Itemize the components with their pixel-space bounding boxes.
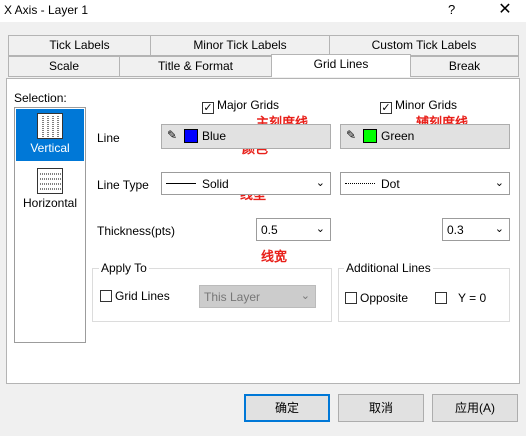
- thickness-label: Thickness(pts): [97, 224, 176, 238]
- cancel-button[interactable]: 取消: [338, 394, 424, 422]
- minor-grids-label: Minor Grids: [395, 98, 458, 112]
- tab-title-format[interactable]: Title & Format: [119, 56, 272, 77]
- major-line-type-select[interactable]: Solid ⌄: [161, 172, 331, 195]
- chevron-down-icon: ⌄: [300, 290, 310, 302]
- selection-label: Selection:: [14, 91, 67, 105]
- title-bar: X Axis - Layer 1 ? ✕: [0, 0, 526, 22]
- tab-tick-labels[interactable]: Tick Labels: [8, 35, 151, 56]
- checkbox-box: ✓: [380, 102, 392, 114]
- y-zero-checkbox[interactable]: Y = 0: [435, 291, 486, 305]
- chevron-down-icon: ⌄: [494, 223, 504, 235]
- opposite-checkbox[interactable]: Opposite: [345, 291, 408, 305]
- horizontal-grid-icon: [37, 168, 63, 194]
- minor-color-button[interactable]: ✎ Green: [340, 124, 510, 149]
- line-label: Line: [97, 131, 120, 145]
- dot-line-sample: [345, 183, 375, 184]
- opposite-label: Opposite: [360, 291, 409, 305]
- minor-color-label: Green: [381, 129, 415, 143]
- apply-to-grid-lines-checkbox[interactable]: Grid Lines: [100, 289, 170, 303]
- chevron-down-icon: ⌄: [494, 177, 504, 189]
- major-grids-label: Major Grids: [217, 98, 280, 112]
- vertical-grid-icon: [37, 113, 63, 139]
- tab-break[interactable]: Break: [410, 56, 519, 77]
- minor-line-type-value: Dot: [381, 177, 400, 191]
- checkbox-box: [435, 292, 447, 304]
- grid-lines-label: Grid Lines: [115, 289, 170, 303]
- major-line-type-value: Solid: [202, 177, 229, 191]
- minor-thickness-value: 0.3: [447, 223, 464, 237]
- apply-to-title: Apply To: [99, 261, 149, 275]
- tab-scale[interactable]: Scale: [8, 56, 120, 77]
- color-swatch: [363, 129, 377, 143]
- apply-to-layer-select[interactable]: This Layer ⌄: [199, 285, 316, 308]
- y-zero-label: Y = 0: [458, 291, 487, 305]
- selection-item-vertical[interactable]: Vertical: [16, 109, 84, 161]
- pencil-icon: ✎: [167, 128, 178, 142]
- checkbox-box: [100, 290, 112, 302]
- major-color-label: Blue: [202, 129, 227, 143]
- minor-line-type-select[interactable]: Dot ⌄: [340, 172, 510, 195]
- apply-button[interactable]: 应用(A): [432, 394, 518, 422]
- window-title: X Axis - Layer 1: [4, 3, 89, 17]
- chevron-down-icon: ⌄: [315, 223, 325, 235]
- tab-custom-tick-labels[interactable]: Custom Tick Labels: [329, 35, 519, 56]
- chevron-down-icon: ⌄: [315, 177, 325, 189]
- help-button[interactable]: ?: [448, 2, 455, 17]
- annotation-width: 线宽: [261, 249, 288, 264]
- checkbox-box: [345, 292, 357, 304]
- selection-list: Vertical Horizontal: [14, 107, 86, 343]
- minor-thickness-select[interactable]: 0.3 ⌄: [442, 218, 510, 241]
- selection-item-horizontal[interactable]: Horizontal: [16, 164, 84, 212]
- selection-item-label: Vertical: [30, 141, 70, 155]
- major-thickness-value: 0.5: [261, 223, 278, 237]
- ok-button[interactable]: 确定: [244, 394, 330, 422]
- pencil-icon: ✎: [346, 128, 357, 142]
- tab-grid-lines[interactable]: Grid Lines: [271, 54, 411, 77]
- major-color-button[interactable]: ✎ Blue: [161, 124, 331, 149]
- apply-to-layer-value: This Layer: [204, 290, 261, 304]
- additional-lines-title: Additional Lines: [344, 261, 433, 275]
- major-thickness-select[interactable]: 0.5 ⌄: [256, 218, 331, 241]
- tab-minor-tick-labels[interactable]: Minor Tick Labels: [150, 35, 330, 56]
- color-swatch: [184, 129, 198, 143]
- close-button[interactable]: ✕: [490, 0, 520, 22]
- checkbox-box: ✓: [202, 102, 214, 114]
- line-type-label: Line Type: [97, 178, 149, 192]
- selection-item-label: Horizontal: [22, 196, 78, 210]
- solid-line-sample: [166, 183, 196, 184]
